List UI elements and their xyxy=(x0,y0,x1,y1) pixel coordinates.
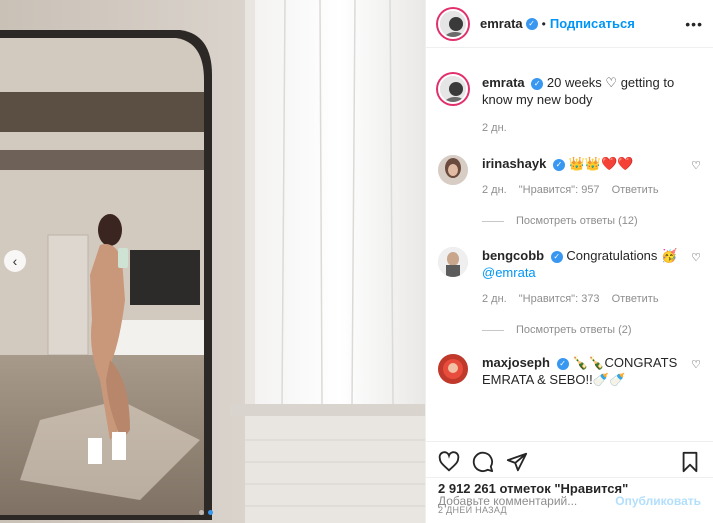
commenter-avatar[interactable] xyxy=(438,155,468,185)
post-comment-button[interactable]: Опубликовать xyxy=(615,494,701,508)
carousel-dot-active xyxy=(208,510,213,515)
author-username[interactable]: emrata xyxy=(480,16,523,31)
comment-icon[interactable] xyxy=(472,451,494,473)
caption-meta: 2 дн. xyxy=(482,120,701,137)
commenter-avatar[interactable] xyxy=(438,247,468,277)
comment-text: Congratulations 🥳 xyxy=(566,248,678,263)
comment-body: bengcobb ✓ Congratulations 🥳 @emrata 2 д… xyxy=(482,247,701,308)
reply-button[interactable]: Ответить xyxy=(612,291,659,308)
bookmark-icon[interactable] xyxy=(679,451,701,473)
view-replies-button[interactable]: Посмотреть ответы (2) xyxy=(482,324,701,336)
comment-item: bengcobb ✓ Congratulations 🥳 @emrata 2 д… xyxy=(438,247,701,308)
post-actions xyxy=(426,441,713,481)
comment-meta: 2 дн. "Нравится": 373 Ответить xyxy=(482,291,701,308)
reply-button[interactable]: Ответить xyxy=(612,182,659,199)
photo-scene xyxy=(0,0,425,523)
author-avatar[interactable] xyxy=(438,8,468,39)
comment-composer: Опубликовать xyxy=(426,477,713,523)
post-header: emrata ✓ • Подписаться ••• xyxy=(426,0,713,48)
comment-heart-icon[interactable]: ♡ xyxy=(691,358,701,371)
verified-badge-icon: ✓ xyxy=(556,357,569,370)
post-caption: emrata ✓ 20 weeks ♡ getting to know my n… xyxy=(438,74,701,137)
comment-username[interactable]: bengcobb xyxy=(482,248,544,263)
caption-body: emrata ✓ 20 weeks ♡ getting to know my n… xyxy=(482,74,701,137)
comment-time[interactable]: 2 дн. xyxy=(482,291,507,308)
carousel-indicator xyxy=(199,510,213,515)
post-viewer: ‹ emrata ✓ • Подписаться ••• emrata ✓ 20… xyxy=(0,0,713,523)
comment-mention[interactable]: @emrata xyxy=(482,264,701,281)
replies-line xyxy=(482,329,504,331)
heart-icon[interactable] xyxy=(438,450,460,473)
comment-body: maxjoseph ✓ 🍾🍾CONGRATS EMRATA & SEBO!!🍼🍼 xyxy=(482,354,701,388)
more-options-icon[interactable]: ••• xyxy=(685,16,703,32)
view-replies-label: Посмотреть ответы (2) xyxy=(516,324,632,336)
comment-item: maxjoseph ✓ 🍾🍾CONGRATS EMRATA & SEBO!!🍼🍼… xyxy=(438,354,701,388)
post-side-panel: emrata ✓ • Подписаться ••• emrata ✓ 20 w… xyxy=(425,0,713,523)
view-replies-button[interactable]: Посмотреть ответы (12) xyxy=(482,215,701,227)
comment-likes[interactable]: "Нравится": 957 xyxy=(519,182,600,199)
replies-line xyxy=(482,220,504,222)
separator-dot: • xyxy=(541,16,546,31)
caption-avatar[interactable] xyxy=(438,74,468,104)
caption-time[interactable]: 2 дн. xyxy=(482,120,507,137)
comment-time[interactable]: 2 дн. xyxy=(482,182,507,199)
comment-text: 👑👑❤️❤️ xyxy=(568,156,634,171)
chevron-left-icon[interactable]: ‹ xyxy=(4,250,26,272)
comment-heart-icon[interactable]: ♡ xyxy=(691,159,701,172)
verified-badge-icon: ✓ xyxy=(531,77,544,90)
caption-username[interactable]: emrata xyxy=(482,75,525,90)
comment-username[interactable]: irinashayk xyxy=(482,156,546,171)
view-replies-label: Посмотреть ответы (12) xyxy=(516,215,638,227)
share-icon[interactable] xyxy=(506,451,528,473)
comments-list[interactable]: emrata ✓ 20 weeks ♡ getting to know my n… xyxy=(426,48,713,441)
verified-badge-icon: ✓ xyxy=(525,17,538,30)
comment-meta: 2 дн. "Нравится": 957 Ответить xyxy=(482,182,701,199)
comment-likes[interactable]: "Нравится": 373 xyxy=(519,291,600,308)
comment-input[interactable] xyxy=(438,493,610,508)
post-photo[interactable]: ‹ xyxy=(0,0,425,523)
follow-button[interactable]: Подписаться xyxy=(550,16,635,31)
verified-badge-icon: ✓ xyxy=(550,250,563,263)
comment-item: irinashayk ✓ 👑👑❤️❤️ 2 дн. "Нравится": 95… xyxy=(438,155,701,199)
comment-body: irinashayk ✓ 👑👑❤️❤️ 2 дн. "Нравится": 95… xyxy=(482,155,701,199)
verified-badge-icon: ✓ xyxy=(552,158,565,171)
commenter-avatar[interactable] xyxy=(438,354,468,384)
carousel-dot xyxy=(199,510,204,515)
comment-username[interactable]: maxjoseph xyxy=(482,355,550,370)
comment-heart-icon[interactable]: ♡ xyxy=(691,251,701,264)
